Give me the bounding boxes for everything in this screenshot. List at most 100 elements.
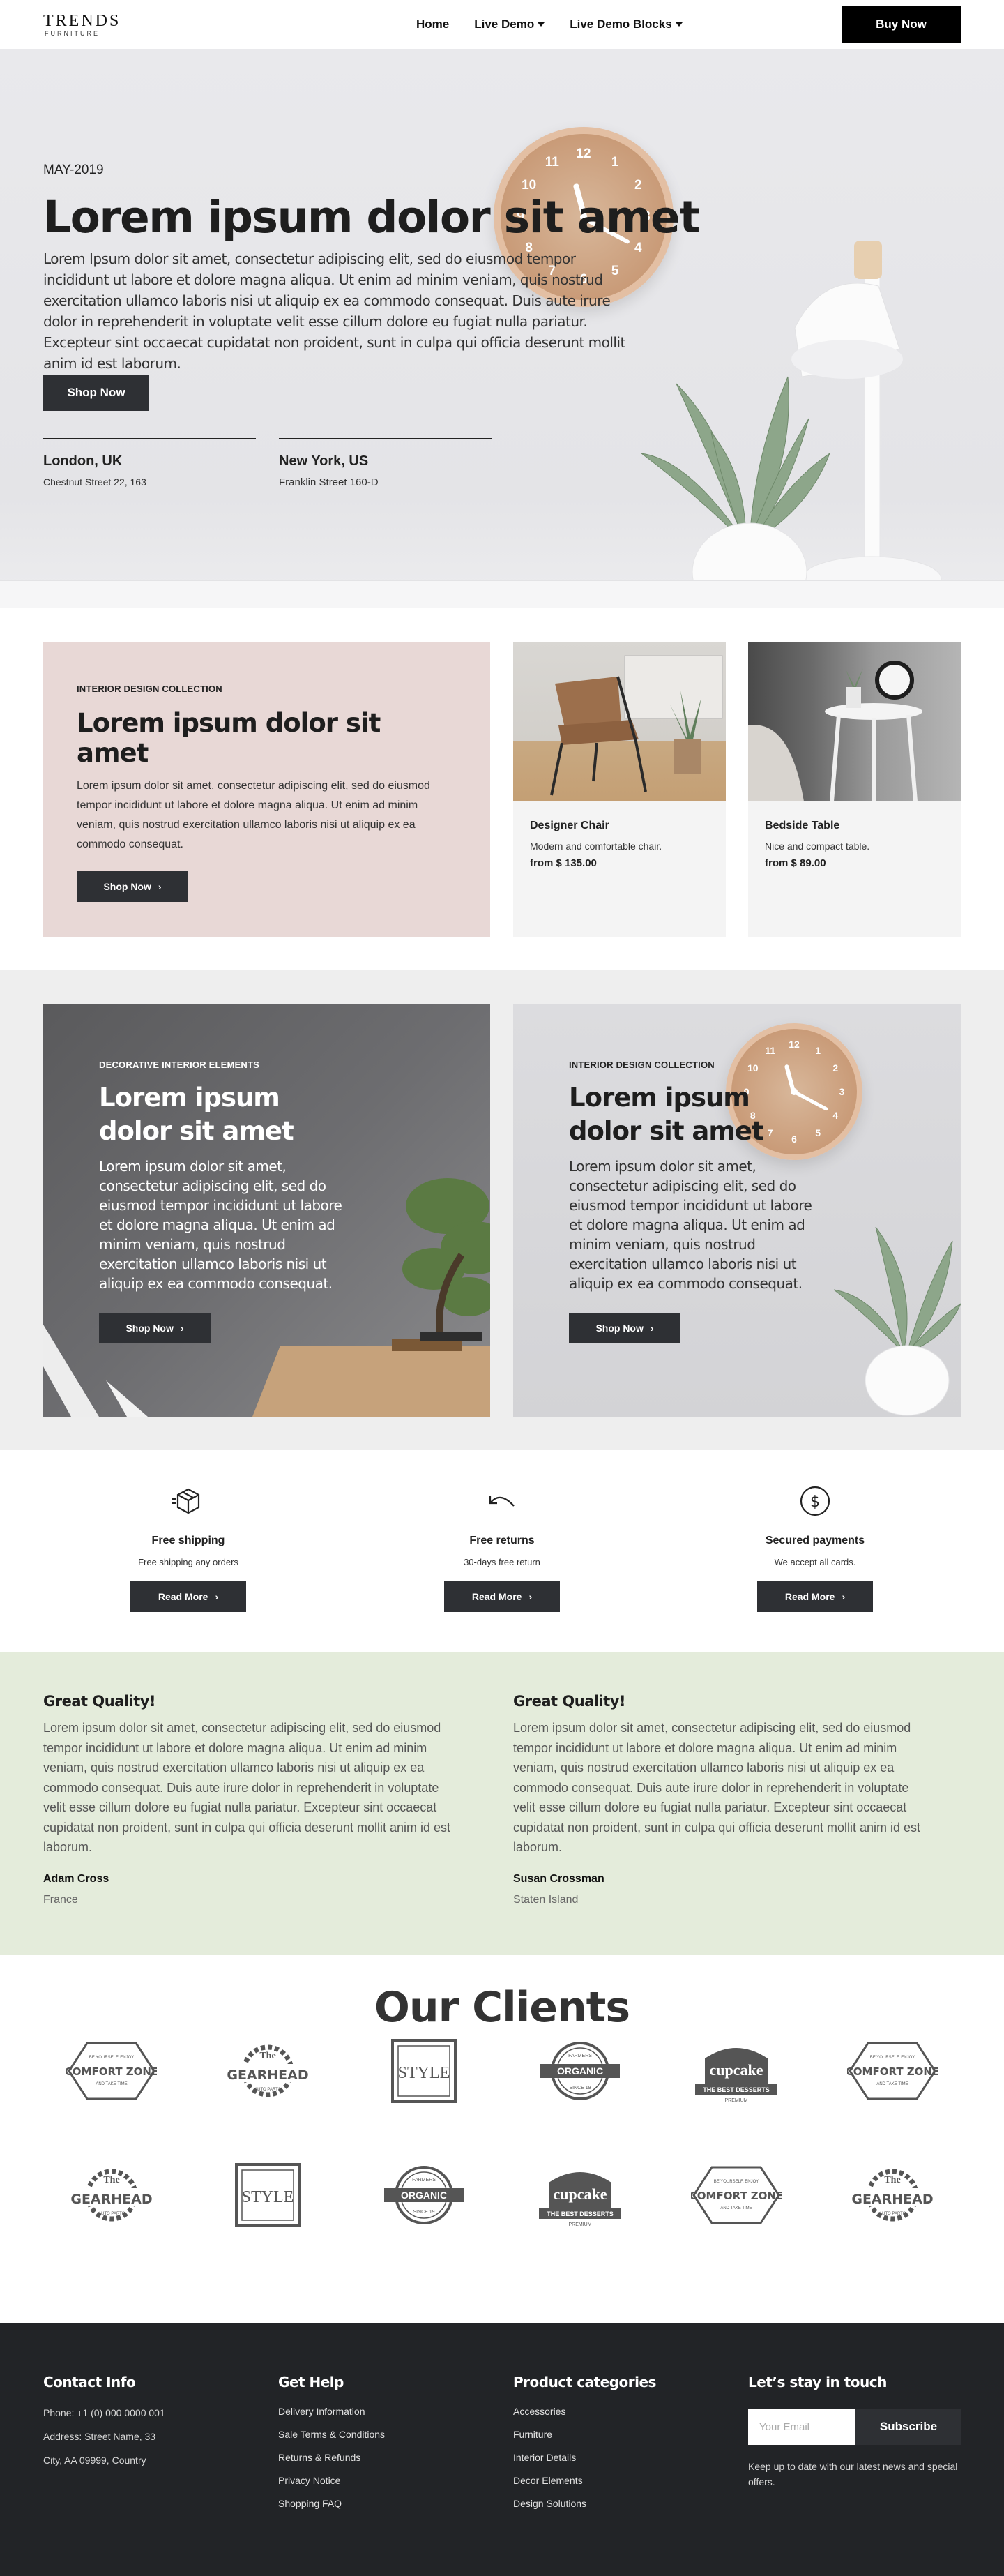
potted-plant-image [641,376,831,608]
product-card-chair[interactable]: Designer Chair Modern and comfortable ch… [513,642,726,937]
client-logo-cupcake: cupcake THE BEST DESSERTS PREMIUM [535,2162,625,2229]
chevron-right-icon: › [650,1323,654,1334]
client-logo-text: cupcake [710,2061,763,2079]
logo-tagline: FURNITURE [45,29,100,37]
footer-link[interactable]: Accessories [513,2406,722,2417]
client-logo-style: STYLE [222,2162,313,2229]
buy-now-button[interactable]: Buy Now [842,6,961,43]
feature-title: Secured payments [765,1535,865,1546]
chevron-right-icon: › [180,1323,184,1334]
svg-text:$: $ [810,1493,820,1511]
feature-read-more-label: Read More [158,1591,208,1602]
product-description: Nice and compact table. [765,841,870,852]
footer-link[interactable]: Furniture [513,2429,722,2440]
footer-address: Address: Street Name, 33 [43,2431,156,2442]
footer-link[interactable]: Returns & Refunds [278,2452,487,2463]
promo-shop-now-button[interactable]: Shop Now › [99,1313,211,1343]
footer-heading: Contact Info [43,2374,136,2390]
promo-title: Lorem ipsum dolor sit amet [569,1083,764,1146]
testimonial-location: France [43,1893,78,1906]
client-logo-text: GEARHEAD [227,2067,308,2083]
feature-read-more-label: Read More [471,1591,522,1602]
location-address: Franklin Street 160-D [279,476,379,488]
client-logo-text: COMFORT ZONE [691,2190,782,2202]
footer-phone: Phone: +1 (0) 000 0000 001 [43,2407,165,2418]
client-logo-text: STYLE [398,2064,450,2082]
promo-shop-now-label: Shop Now [595,1323,644,1334]
clock-numeral: 11 [765,1044,776,1056]
feature-secured-payments: $ Secured payments We accept all cards. … [710,1484,920,1612]
location-city: New York, US [279,453,369,469]
testimonial-text: Lorem ipsum dolor sit amet, consectetur … [513,1721,921,1854]
feature-read-more-button[interactable]: Read More › [130,1581,246,1612]
promo-eyebrow: INTERIOR DESIGN COLLECTION [569,1060,715,1070]
subscribe-button[interactable]: Subscribe [855,2409,961,2445]
dollar-circle-icon: $ [800,1486,830,1516]
footer-link[interactable]: Delivery Information [278,2406,487,2417]
nav-home-label: Home [416,17,450,31]
client-logo-text: AND TAKE TIME [96,2082,127,2086]
chevron-down-icon [538,22,545,27]
client-logo-text: AND TAKE TIME [876,2082,908,2086]
clock-numeral: 11 [545,154,559,170]
clock-numeral: 1 [815,1044,821,1056]
testimonial-title: Great Quality! [513,1693,626,1710]
footer-heading: Get Help [278,2374,344,2390]
footer-contact: Contact Info Phone: +1 (0) 000 0000 001 … [43,2374,252,2466]
footer-link[interactable]: Decor Elements [513,2475,722,2486]
testimonial-author: Adam Cross [43,1872,109,1885]
newsletter-email-input[interactable] [748,2409,855,2445]
footer-link[interactable]: Design Solutions [513,2498,722,2509]
client-logo-text: BE YOURSELF. ENJOY [89,2056,135,2060]
nav-home[interactable]: Home [416,17,449,31]
footer-link[interactable]: Interior Details [513,2452,722,2463]
promo-panels-section: DECORATIVE INTERIOR ELEMENTS Lorem ipsum… [0,970,1004,1450]
bedside-table-image [748,642,961,801]
chevron-right-icon: › [528,1591,533,1602]
testimonial: Great Quality! Lorem ipsum dolor sit ame… [43,1693,462,1906]
client-logo-text: The [103,2175,119,2185]
chevron-right-icon: › [215,1591,219,1602]
newsletter-note: Keep up to date with our latest news and… [748,2461,958,2487]
clients-title: Our Clients [374,1983,630,2032]
brand-logo[interactable]: TRENDS FURNITURE [43,13,121,37]
feature-read-more-button[interactable]: Read More › [757,1581,873,1612]
collection-shop-now-label: Shop Now [103,881,151,892]
product-name: Bedside Table [765,820,840,831]
nav-live-demo-blocks[interactable]: Live Demo Blocks [570,17,683,31]
collection-shop-now-button[interactable]: Shop Now › [77,871,188,902]
footer-newsletter: Let’s stay in touch Subscribe Keep up to… [748,2374,978,2490]
clock-numeral: 2 [832,1062,839,1074]
clock-numeral: 1 [611,154,619,170]
footer-link[interactable]: Privacy Notice [278,2475,487,2486]
feature-subtitle: 30-days free return [464,1557,540,1567]
promo-shop-now-button[interactable]: Shop Now › [569,1313,680,1343]
promo-description: Lorem ipsum dolor sit amet, consectetur … [569,1158,812,1292]
collection-description: Lorem ipsum dolor sit amet, consectetur … [77,780,430,850]
footer-help: Get Help Delivery Information Sale Terms… [278,2374,487,2509]
nav-live-demo[interactable]: Live Demo [474,17,545,31]
client-logo-text: SINCE 19 [413,2210,434,2215]
clock-numeral: 2 [634,177,642,193]
features-section: Free shipping Free shipping any orders R… [0,1450,1004,1652]
client-logo-text: GEARHEAD [851,2192,933,2207]
footer-link[interactable]: Shopping FAQ [278,2498,487,2509]
client-logo-text: ORGANIC [401,2190,447,2201]
footer-link[interactable]: Sale Terms & Conditions [278,2429,487,2440]
testimonials-section: Great Quality! Lorem ipsum dolor sit ame… [0,1652,1004,1955]
product-card-bedside-table[interactable]: Bedside Table Nice and compact table. fr… [748,642,961,937]
location-new-york: New York, US Franklin Street 160-D [279,438,492,488]
client-logo-text: STYLE [242,2188,294,2206]
location-london: London, UK Chestnut Street 22, 163 [43,438,256,488]
hero-shop-now-button[interactable]: Shop Now [43,375,149,411]
product-description: Modern and comfortable chair. [530,841,662,852]
feature-read-more-button[interactable]: Read More › [444,1581,560,1612]
hero-date: MAY-2019 [43,163,104,177]
client-logo-text: FARMERS [568,2054,592,2058]
promo-panel-content: DECORATIVE INTERIOR ELEMENTS Lorem ipsum… [99,1060,350,1343]
clock-numeral: 4 [832,1110,839,1122]
client-logo-text: COMFORT ZONE [847,2065,938,2078]
footer-heading: Let’s stay in touch [748,2374,887,2390]
potted-plant-image [834,1226,961,1416]
main-nav: Home Live Demo Live Demo Blocks [416,0,683,49]
